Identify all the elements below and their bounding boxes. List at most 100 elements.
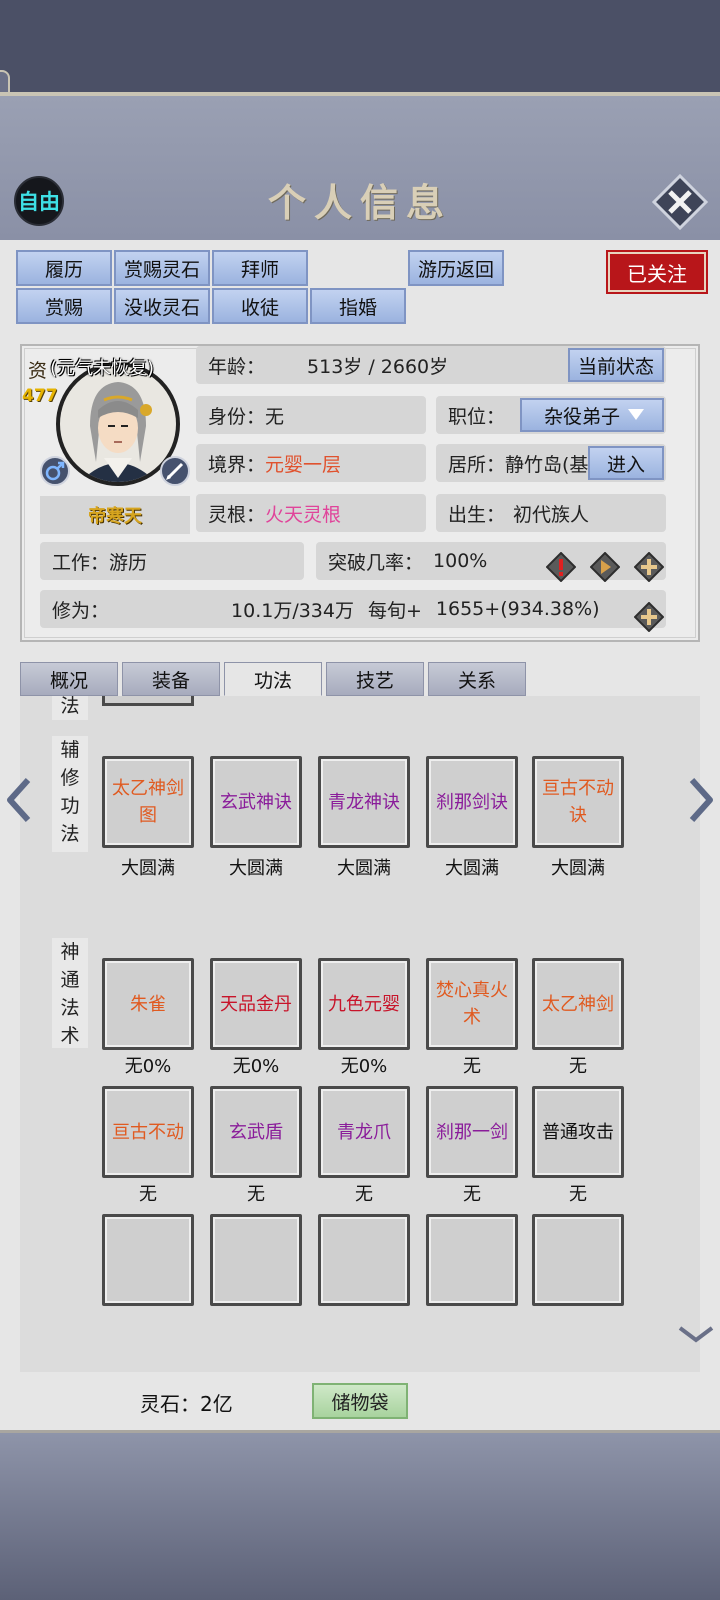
- return-travel-button[interactable]: 游历返回: [408, 250, 504, 286]
- spirit-root-row: 灵根： 火天灵根: [196, 494, 426, 532]
- magic-skill-level: 无0%: [232, 1056, 280, 1077]
- aux-skill-slot[interactable]: 玄武神诀: [210, 756, 302, 848]
- magic-skill-level: 无: [139, 1184, 157, 1205]
- aux-skill-level: 大圆满: [121, 858, 175, 879]
- tab-equipment[interactable]: 装备: [122, 662, 220, 696]
- root-value: 火天灵根: [265, 503, 342, 526]
- empty-skill-slot[interactable]: [102, 1214, 194, 1306]
- aux-skill-label: 辅修功法: [52, 736, 88, 852]
- arrange-marriage-button[interactable]: 指婚: [310, 288, 406, 324]
- followed-button[interactable]: 已关注: [606, 250, 708, 294]
- aptitude-label: 资: [28, 360, 48, 382]
- aux-skill-level: 大圆满: [337, 858, 391, 879]
- magic-skill-slot[interactable]: 亘古不动: [102, 1086, 194, 1178]
- magic-skill-level: 无: [569, 1184, 587, 1205]
- work-value: 游历: [109, 551, 148, 574]
- tab-overview[interactable]: 概况: [20, 662, 118, 696]
- magic-skill-slot[interactable]: 朱雀: [102, 958, 194, 1050]
- magic-skill-slot[interactable]: 普通攻击: [532, 1086, 624, 1178]
- empty-skill-slot[interactable]: [318, 1214, 410, 1306]
- close-icon: [651, 173, 709, 231]
- aux-skill-slot[interactable]: 太乙神剑图: [102, 756, 194, 848]
- magic-skill-level: 无: [247, 1184, 265, 1205]
- character-name: 帝寒天: [40, 496, 190, 534]
- breakthrough-label: 突破几率：: [328, 551, 424, 574]
- character-portrait-icon: [60, 366, 176, 482]
- magic-skill-level: 无0%: [340, 1056, 388, 1077]
- reward-stone-button[interactable]: 赏赐灵石: [114, 250, 210, 286]
- aux-skill-slot[interactable]: 青龙神诀: [318, 756, 410, 848]
- storage-bag-button[interactable]: 储物袋: [312, 1383, 408, 1419]
- enter-residence-button[interactable]: 进入: [588, 446, 664, 480]
- age-label: 年龄：: [208, 355, 266, 378]
- tab-crafts[interactable]: 技艺: [326, 662, 424, 696]
- take-disciple-button[interactable]: 收徒: [212, 288, 308, 324]
- close-button[interactable]: [651, 173, 709, 231]
- next-arrow-icon[interactable]: [686, 776, 716, 828]
- birth-row: 出生： 初代族人: [436, 494, 666, 532]
- reward-button[interactable]: 赏赐: [16, 288, 112, 324]
- empty-skill-slot[interactable]: [532, 1214, 624, 1306]
- aux-skill-level: 大圆满: [551, 858, 605, 879]
- magic-skill-slot[interactable]: 刹那一剑: [426, 1086, 518, 1178]
- chevron-down-icon: [628, 409, 645, 420]
- position-label: 职位：: [448, 405, 506, 428]
- edit-name-icon[interactable]: [160, 456, 190, 486]
- identity-value: 无: [265, 405, 285, 428]
- age-value: 513岁 / 2660岁: [307, 355, 449, 378]
- realm-row: 境界： 元婴一层: [196, 444, 426, 482]
- magic-skill-slot[interactable]: 玄武盾: [210, 1086, 302, 1178]
- spirit-stone-count: 灵石：2亿: [140, 1392, 233, 1416]
- magic-skill-slot[interactable]: 九色元婴: [318, 958, 410, 1050]
- tab-skills[interactable]: 功法: [224, 662, 322, 696]
- take-master-button[interactable]: 拜师: [212, 250, 308, 286]
- magic-skill-slot[interactable]: 焚心真火术: [426, 958, 518, 1050]
- empty-skill-slot[interactable]: [426, 1214, 518, 1306]
- realm-label: 境界：: [208, 453, 266, 476]
- magic-skill-label: 神通法术: [52, 938, 88, 1048]
- main-skill-label-partial: 法: [52, 696, 88, 720]
- tab-relations[interactable]: 关系: [428, 662, 526, 696]
- birth-value: 初代族人: [513, 503, 590, 526]
- root-label: 灵根：: [208, 503, 266, 526]
- confiscate-stone-button[interactable]: 没收灵石: [114, 288, 210, 324]
- per-turn-label: 每旬+: [368, 599, 422, 622]
- cultivation-row: 修为： 10.1万/334万 每旬+ 1655+(934.38%): [40, 590, 666, 628]
- position-select[interactable]: 杂役弟子: [520, 398, 664, 432]
- mood-status: (元气未恢复): [50, 358, 155, 379]
- play-icon[interactable]: [589, 551, 621, 586]
- history-button[interactable]: 履历: [16, 250, 112, 286]
- identity-label: 身份：: [208, 405, 266, 428]
- magic-skill-slot[interactable]: 青龙爪: [318, 1086, 410, 1178]
- current-status-button[interactable]: 当前状态: [568, 348, 664, 382]
- prev-arrow-icon[interactable]: [4, 776, 34, 828]
- magic-skill-level: 无0%: [124, 1056, 172, 1077]
- aux-skill-slot[interactable]: 亘古不动诀: [532, 756, 624, 848]
- breakthrough-value: 100%: [433, 550, 488, 572]
- warning-icon[interactable]: [545, 551, 577, 586]
- page-title: 个人信息: [267, 180, 452, 225]
- residence-value: 静竹岛(基: [505, 453, 589, 476]
- cultivation-value: 10.1万/334万: [231, 599, 354, 622]
- cultivation-label: 修为：: [52, 599, 110, 622]
- main-skill-slot-partial[interactable]: [102, 696, 194, 706]
- scroll-down-icon[interactable]: [676, 1324, 716, 1348]
- work-label: 工作：: [52, 551, 110, 574]
- position-value: 杂役弟子: [544, 405, 621, 428]
- empty-skill-slot[interactable]: [210, 1214, 302, 1306]
- aptitude-value: 477: [22, 386, 58, 406]
- work-row: 工作： 游历: [40, 542, 304, 580]
- cultivation-plus-icon[interactable]: [633, 601, 665, 636]
- skills-content: 法 辅修功法 神通法术 太乙神剑图 玄武神诀 青龙神诀 刹那剑诀 亘古不动诀 大…: [20, 696, 700, 1372]
- plus-icon[interactable]: [633, 551, 665, 586]
- aux-skill-slot[interactable]: 刹那剑诀: [426, 756, 518, 848]
- birth-label: 出生：: [448, 503, 506, 526]
- magic-skill-level: 无: [355, 1184, 373, 1205]
- aux-skill-level: 大圆满: [445, 858, 499, 879]
- realm-value: 元婴一层: [265, 453, 342, 476]
- magic-skill-level: 无: [463, 1184, 481, 1205]
- magic-skill-slot[interactable]: 太乙神剑: [532, 958, 624, 1050]
- magic-skill-slot[interactable]: 天品金丹: [210, 958, 302, 1050]
- per-turn-value: 1655+(934.38%): [435, 598, 600, 620]
- bottom-band: [0, 1430, 720, 1600]
